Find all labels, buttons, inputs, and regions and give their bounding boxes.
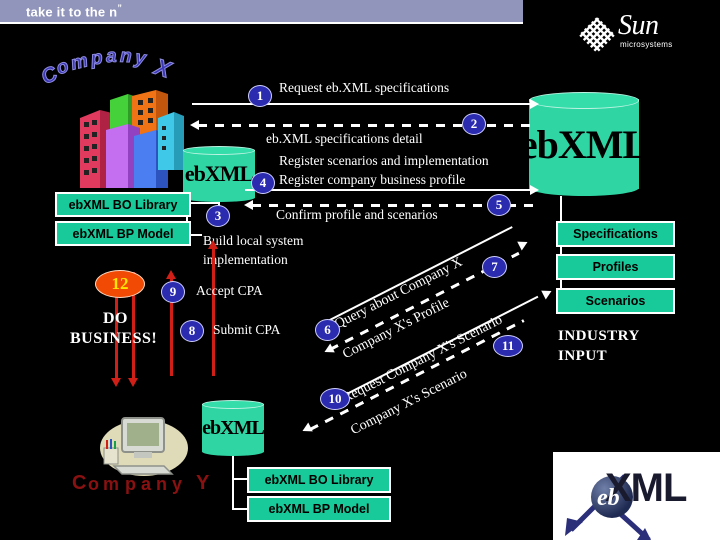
badge-7[interactable]: 7 — [482, 256, 507, 278]
right-cylinder-label: ebXML — [519, 121, 649, 167]
badge-11[interactable]: 11 — [493, 335, 523, 357]
ebxml-footer-mark: eb — [597, 485, 620, 511]
flow-6-arrowhead — [517, 237, 530, 251]
flow-2-arrowhead — [190, 120, 199, 130]
flow-4-label-a: Register scenarios and implementation — [279, 153, 489, 168]
badge-2[interactable]: 2 — [462, 113, 486, 135]
badge-1[interactable]: 1 — [248, 85, 272, 107]
company-x-buildings-icon — [80, 90, 184, 188]
sun-logo-icon — [579, 17, 615, 52]
badge-4[interactable]: 4 — [251, 172, 275, 194]
box-profiles[interactable]: Profiles — [556, 254, 675, 280]
box-y-bo-library-label: ebXML BO Library — [264, 473, 374, 487]
company-y-ebxml-repository: ebXML — [202, 400, 265, 456]
red-arrow-down-a-head — [111, 378, 121, 387]
flow-3-label-b: implementation — [203, 252, 288, 267]
badge-6[interactable]: 6 — [315, 319, 340, 341]
company-y-wordart: C o m p a n y Y — [72, 472, 210, 494]
flow-8-label: Submit CPA — [213, 322, 281, 337]
box-specifications-label: Specifications — [573, 227, 658, 241]
banner-tagline: take it to the n” — [26, 3, 122, 19]
slide-canvas: take it to the n” Sun microsystems C o m… — [0, 0, 720, 540]
flow-9-label: Accept CPA — [196, 283, 263, 298]
left-cylinder-label: ebXML — [184, 161, 254, 186]
badge-9[interactable]: 9 — [161, 281, 185, 303]
registry-ebxml-repository: ebXML — [519, 92, 649, 196]
flow-11-line — [309, 319, 525, 431]
connector-registry-v — [560, 196, 562, 302]
bottom-cylinder-label: ebXML — [202, 416, 265, 439]
ebxml-footer-logo: XML eb — [553, 452, 720, 540]
flow-1-arrowhead — [530, 99, 539, 109]
flow-5-arrowhead — [244, 200, 253, 210]
company-x-wordart: C o m p a n y X — [37, 45, 175, 90]
badge-12[interactable]: 12 — [95, 270, 145, 298]
industry-input-line1: INDUSTRY — [558, 328, 640, 344]
box-profiles-label: Profiles — [592, 260, 639, 274]
red-arrow-up-long — [212, 248, 215, 376]
flow-5-label: Confirm profile and scenarios — [276, 207, 438, 222]
flow-1-label: Request eb.XML specifications — [279, 80, 450, 95]
flow-4-line — [245, 189, 536, 191]
connector-bottom-cyl — [232, 456, 234, 510]
badge-5[interactable]: 5 — [487, 194, 511, 216]
box-y-bp-model-label: ebXML BP Model — [268, 502, 370, 516]
banner-superscript: ” — [117, 3, 123, 13]
connector-left-cyl-bo — [186, 202, 220, 204]
red-arrow-up-long-head — [208, 240, 218, 249]
box-y-bp-model[interactable]: ebXML BP Model — [247, 496, 391, 522]
sun-wordmark: Sun — [618, 10, 659, 41]
banner-rule — [0, 22, 523, 24]
company-x-ebxml-repository: ebXML — [183, 146, 255, 202]
box-x-bo-library[interactable]: ebXML BO Library — [55, 192, 191, 217]
box-x-bp-model-label: ebXML BP Model — [72, 226, 174, 241]
do-business-line2: BUSINESS! — [70, 330, 158, 347]
badge-10[interactable]: 10 — [320, 388, 350, 410]
do-business-line1: DO — [103, 310, 128, 327]
flow-4-label-b: Register company business profile — [279, 172, 466, 187]
badge-8[interactable]: 8 — [180, 320, 204, 342]
flow-10-arrowhead — [541, 286, 554, 300]
flow-11-arrowhead — [300, 422, 313, 436]
sun-tagline: microsystems — [620, 40, 673, 49]
flow-4-arrowhead — [530, 185, 539, 195]
sun-logo: Sun microsystems — [578, 10, 688, 56]
industry-input-line2: INPUT — [558, 348, 608, 364]
banner-tagline-text: take it to the n — [26, 4, 118, 20]
flow-1-line — [192, 103, 536, 105]
flow-2-label: eb.XML specifications detail — [266, 131, 423, 146]
box-scenarios-label: Scenarios — [585, 294, 646, 308]
box-y-bo-library[interactable]: ebXML BO Library — [247, 467, 391, 493]
box-x-bp-model[interactable]: ebXML BP Model — [55, 221, 191, 246]
box-specifications[interactable]: Specifications — [556, 221, 675, 247]
badge-3[interactable]: 3 — [206, 205, 230, 227]
red-arrow-down-b-head — [128, 378, 138, 387]
red-arrow-up-short-head — [166, 270, 176, 279]
flow-3-label-a: Build local system — [203, 233, 304, 248]
box-x-bo-library-label: ebXML BO Library — [68, 197, 178, 212]
box-scenarios[interactable]: Scenarios — [556, 288, 675, 314]
